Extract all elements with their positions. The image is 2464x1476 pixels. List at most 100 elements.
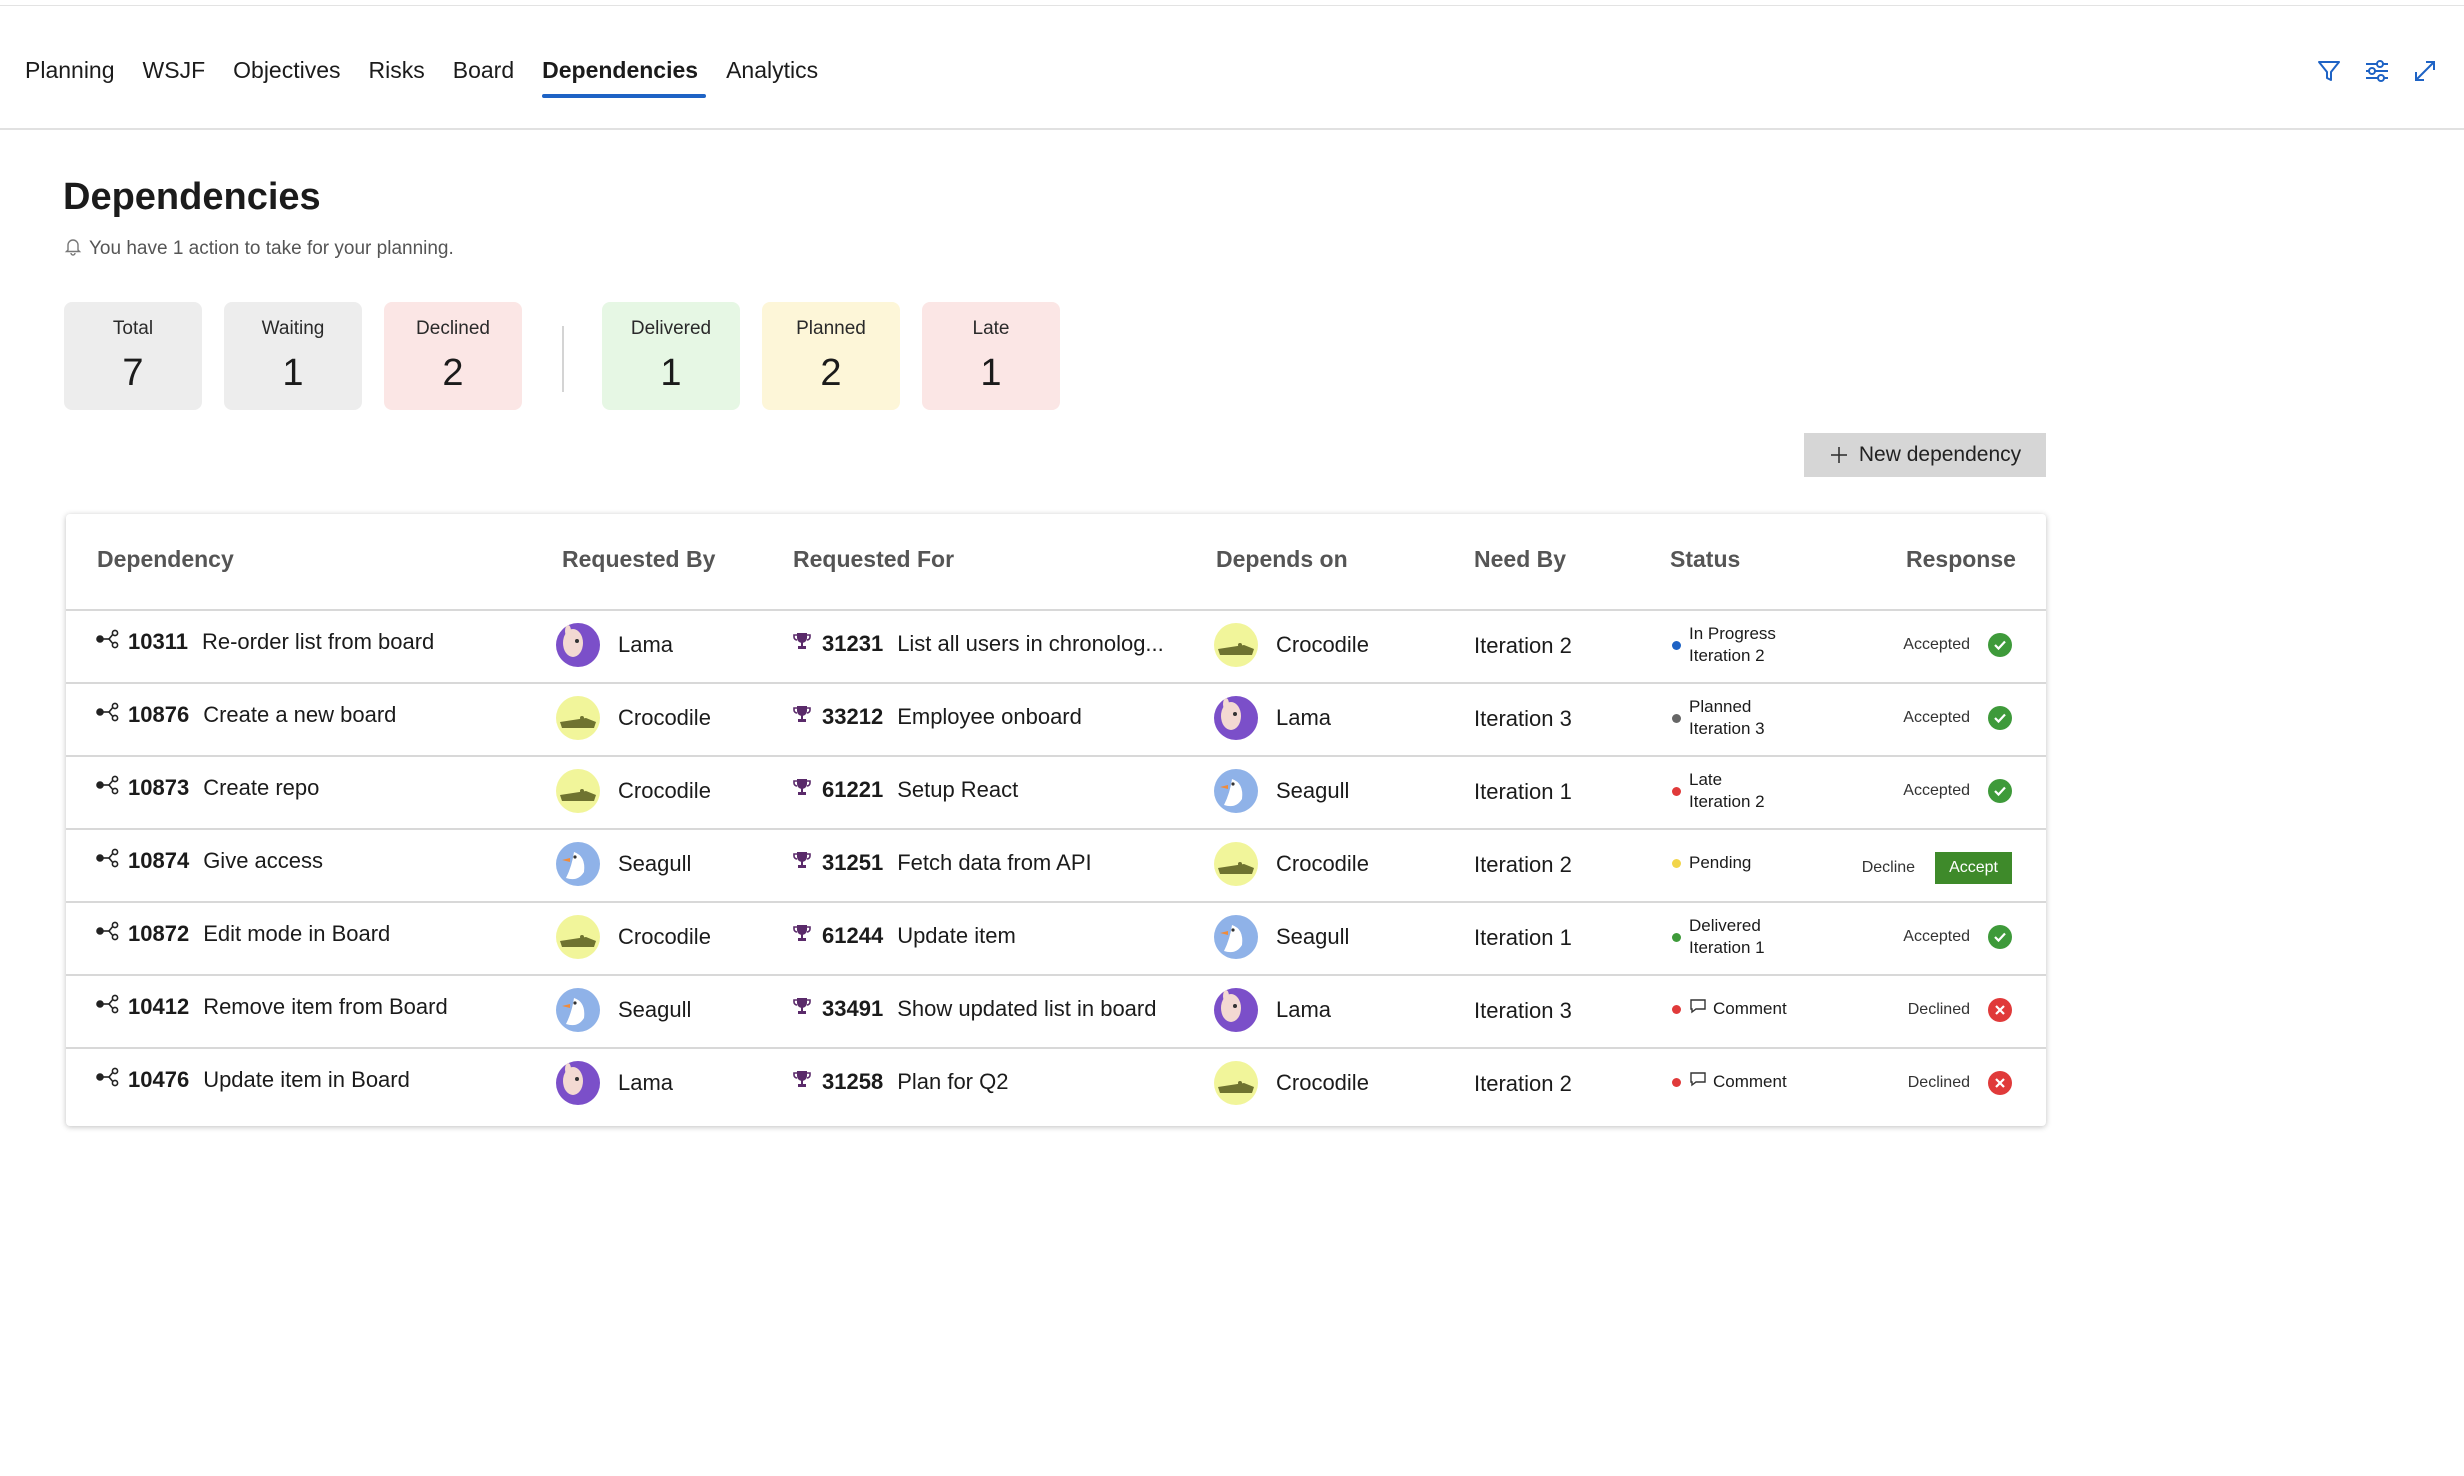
status-dot [1672, 640, 1681, 650]
need-by-cell: Iteration 1 [1474, 925, 1572, 950]
dependency-title: Create a new board [203, 702, 397, 727]
requested-for-cell[interactable]: 31231 List all users in chronolog... [792, 631, 1164, 657]
accept-button[interactable]: Accept [1935, 852, 2012, 884]
tab-dependencies[interactable]: Dependencies [528, 54, 712, 98]
dependency-id: 10412 [128, 994, 190, 1019]
depends-on-cell[interactable]: Seagull [1214, 915, 1349, 959]
column-header-requested-for[interactable]: Requested For [793, 546, 954, 573]
depends-on-cell[interactable]: Lama [1214, 696, 1331, 740]
page-title: Dependencies [63, 176, 321, 218]
table-row[interactable]: 10874 Give access Seagull 31251 Fetch data f… [66, 830, 2046, 903]
dependency-cell[interactable]: 10874 Give access [96, 848, 323, 874]
crocodile-avatar [1214, 842, 1258, 886]
column-header-need-by[interactable]: Need By [1474, 546, 1566, 573]
table-row[interactable]: 10476 Update item in Board Lama 31258 Plan f… [66, 1049, 2046, 1120]
status-cell: Comment [1672, 998, 1787, 1020]
requested-by-cell[interactable]: Crocodile [556, 915, 711, 959]
summary-card-label: Declined [416, 318, 490, 339]
requested-for-cell[interactable]: 33491 Show updated list in board [792, 996, 1156, 1022]
depends-on-cell[interactable]: Crocodile [1214, 1061, 1369, 1105]
new-dependency-button[interactable]: New dependency [1804, 433, 2046, 477]
status-text: Late Iteration 2 [1689, 769, 1765, 813]
decline-button[interactable]: Decline [1856, 858, 1921, 878]
table-row[interactable]: 10873 Create repo Crocodile 61221 Setup Reac… [66, 757, 2046, 830]
dependency-cell[interactable]: 10412 Remove item from Board [96, 994, 448, 1020]
table-header: Dependency Requested By Requested For Depen… [66, 514, 2046, 611]
requested-for-cell[interactable]: 33212 Employee onboard [792, 704, 1082, 730]
tab-planning[interactable]: Planning [25, 54, 129, 98]
status-cell: Delivered Iteration 1 [1672, 915, 1765, 959]
column-header-dependency[interactable]: Dependency [97, 546, 234, 573]
dependency-icon [96, 994, 120, 1020]
status-label: Comment [1713, 1072, 1787, 1091]
comment-icon [1689, 1071, 1707, 1093]
status-label: Comment [1713, 999, 1787, 1018]
requested-for-cell[interactable]: 31251 Fetch data from API [792, 850, 1092, 876]
column-header-status[interactable]: Status [1670, 546, 1740, 573]
status-cell: In Progress Iteration 2 [1672, 623, 1776, 667]
summary-card-label: Late [972, 318, 1010, 339]
column-header-depends-on[interactable]: Depends on [1216, 546, 1348, 573]
crocodile-avatar [1214, 623, 1258, 667]
requested-by-cell[interactable]: Lama [556, 1061, 673, 1105]
requested-for-cell[interactable]: 61244 Update item [792, 923, 1016, 949]
lama-avatar [1214, 696, 1258, 740]
accepted-check-icon [1988, 633, 2012, 657]
status-label: Delivered [1689, 916, 1761, 935]
table-row[interactable]: 10876 Create a new board Crocodile 33212 Emp… [66, 684, 2046, 757]
depends-on-cell[interactable]: Seagull [1214, 769, 1349, 813]
action-notice-text: You have 1 action to take for your plann… [89, 238, 454, 259]
requested-by-cell[interactable]: Crocodile [556, 769, 711, 813]
column-header-response[interactable]: Response [1906, 546, 2016, 573]
status-comment[interactable]: Comment [1689, 1071, 1787, 1093]
response-cell: Accepted [1903, 925, 2012, 949]
dependency-cell[interactable]: 10476 Update item in Board [96, 1067, 410, 1093]
bell-icon [63, 236, 83, 262]
expand-icon[interactable] [2412, 58, 2438, 84]
crocodile-avatar [1214, 1061, 1258, 1105]
trophy-icon [792, 704, 812, 730]
tab-board[interactable]: Board [439, 54, 528, 98]
requested-by-cell[interactable]: Crocodile [556, 696, 711, 740]
dependency-cell[interactable]: 10311 Re-order list from board [96, 629, 434, 655]
tab-objectives[interactable]: Objectives [219, 54, 354, 98]
filter-icon[interactable] [2316, 58, 2342, 84]
dependency-cell[interactable]: 10876 Create a new board [96, 702, 396, 728]
comment-icon [1689, 998, 1707, 1020]
depends-on-cell[interactable]: Crocodile [1214, 842, 1369, 886]
requested-by-cell[interactable]: Seagull [556, 988, 691, 1032]
column-header-requested-by[interactable]: Requested By [562, 546, 715, 573]
settings-sliders-icon[interactable] [2364, 58, 2390, 84]
dependency-icon [96, 629, 120, 655]
summary-card-value: 7 [122, 352, 144, 394]
dependency-cell[interactable]: 10872 Edit mode in Board [96, 921, 390, 947]
depends-on-cell[interactable]: Crocodile [1214, 623, 1369, 667]
dependency-id: 10872 [128, 921, 190, 946]
requested-for-cell[interactable]: 31258 Plan for Q2 [792, 1069, 1008, 1095]
dependency-id: 10476 [128, 1067, 190, 1092]
requested-for-cell[interactable]: 61221 Setup React [792, 777, 1018, 803]
table-row[interactable]: 10412 Remove item from Board Seagull 33491 S… [66, 976, 2046, 1049]
summary-card-delivered: Delivered 1 [602, 302, 740, 410]
requested-by-cell[interactable]: Seagull [556, 842, 691, 886]
status-comment[interactable]: Comment [1689, 998, 1787, 1020]
table-row[interactable]: 10872 Edit mode in Board Crocodile 61244 Upd… [66, 903, 2046, 976]
dependency-id: 10311 [128, 629, 188, 654]
tab-wsjf[interactable]: WSJF [129, 54, 220, 98]
table-row[interactable]: 10311 Re-order list from board Lama 31231 Li… [66, 611, 2046, 684]
tab-risks[interactable]: Risks [355, 54, 439, 98]
summary-card-label: Planned [796, 318, 866, 339]
need-by-cell: Iteration 2 [1474, 633, 1572, 658]
tab-analytics[interactable]: Analytics [712, 54, 832, 98]
requested-for-id: 31231 [822, 631, 884, 656]
accepted-check-icon [1988, 779, 2012, 803]
summary-card-late: Late 1 [922, 302, 1060, 410]
summary-card-waiting: Waiting 1 [224, 302, 362, 410]
depends-on-cell[interactable]: Lama [1214, 988, 1331, 1032]
depends-on-name: Lama [1276, 705, 1332, 730]
response-text: Declined [1907, 1001, 1970, 1018]
status-dot [1672, 932, 1681, 942]
requested-by-cell[interactable]: Lama [556, 623, 673, 667]
requested-by-name: Seagull [618, 997, 692, 1022]
dependency-cell[interactable]: 10873 Create repo [96, 775, 319, 801]
